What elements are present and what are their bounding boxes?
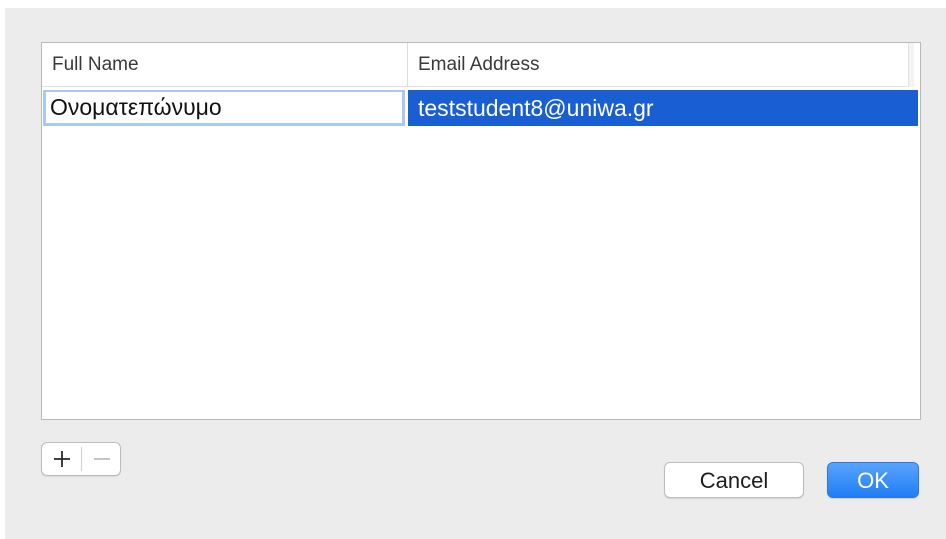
remove-row-button[interactable] (82, 443, 120, 475)
contacts-table: Full Name Email Address teststudent8@uni… (41, 42, 921, 420)
ok-button[interactable]: OK (827, 462, 919, 498)
full-name-cell-editor[interactable] (43, 90, 405, 126)
dialog-sheet: Full Name Email Address teststudent8@uni… (5, 8, 946, 539)
add-remove-segmented-control (41, 442, 121, 476)
column-header-full-name[interactable]: Full Name (42, 43, 408, 86)
plus-icon (53, 451, 70, 467)
table-header: Full Name Email Address (42, 43, 914, 87)
minus-icon (93, 458, 110, 460)
table-row[interactable]: teststudent8@uniwa.gr (42, 90, 920, 126)
header-scroll-corner (908, 43, 914, 87)
column-header-email-address[interactable]: Email Address (408, 43, 914, 86)
email-address-cell[interactable]: teststudent8@uniwa.gr (418, 90, 654, 126)
cancel-button[interactable]: Cancel (664, 462, 804, 498)
add-row-button[interactable] (42, 443, 81, 475)
